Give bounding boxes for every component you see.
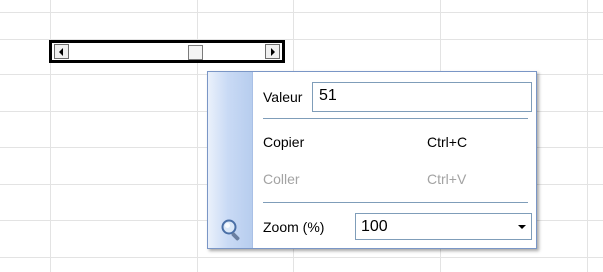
menu-item-copy[interactable]: Copier Ctrl+C <box>263 134 526 154</box>
menu-item-shortcut: Ctrl+C <box>427 134 468 150</box>
scroll-left-button[interactable] <box>54 44 69 59</box>
zoom-row: Zoom (%) 100 <box>263 213 532 241</box>
scroll-right-button[interactable] <box>265 44 280 59</box>
scrollbar-track[interactable] <box>71 44 263 60</box>
grid-line <box>0 257 603 258</box>
menu-item-shortcut: Ctrl+V <box>427 171 467 187</box>
grid-line <box>587 0 588 272</box>
zoom-value: 100 <box>361 218 388 235</box>
scrollbar-control[interactable] <box>49 40 285 63</box>
separator <box>263 118 528 119</box>
zoom-label: Zoom (%) <box>263 219 325 235</box>
value-label: Valeur <box>263 89 303 105</box>
menu-item-paste: Coller Ctrl+V <box>263 171 526 191</box>
arrow-left-icon <box>59 48 63 56</box>
magnifier-icon <box>221 219 240 241</box>
separator <box>263 202 528 203</box>
menu-item-label: Copier <box>263 134 305 150</box>
scrollbar-thumb[interactable] <box>188 45 203 60</box>
value-popup: Valeur 51 Copier Ctrl+C Coller Ctrl+V Zo… <box>207 71 537 249</box>
grid-line <box>0 12 603 13</box>
value-row: Valeur 51 <box>263 82 532 112</box>
value-input[interactable]: 51 <box>312 82 532 112</box>
menu-item-label: Coller <box>263 171 300 187</box>
zoom-combobox[interactable]: 100 <box>355 213 532 240</box>
arrow-right-icon <box>271 48 275 56</box>
chevron-down-icon[interactable] <box>513 215 530 238</box>
